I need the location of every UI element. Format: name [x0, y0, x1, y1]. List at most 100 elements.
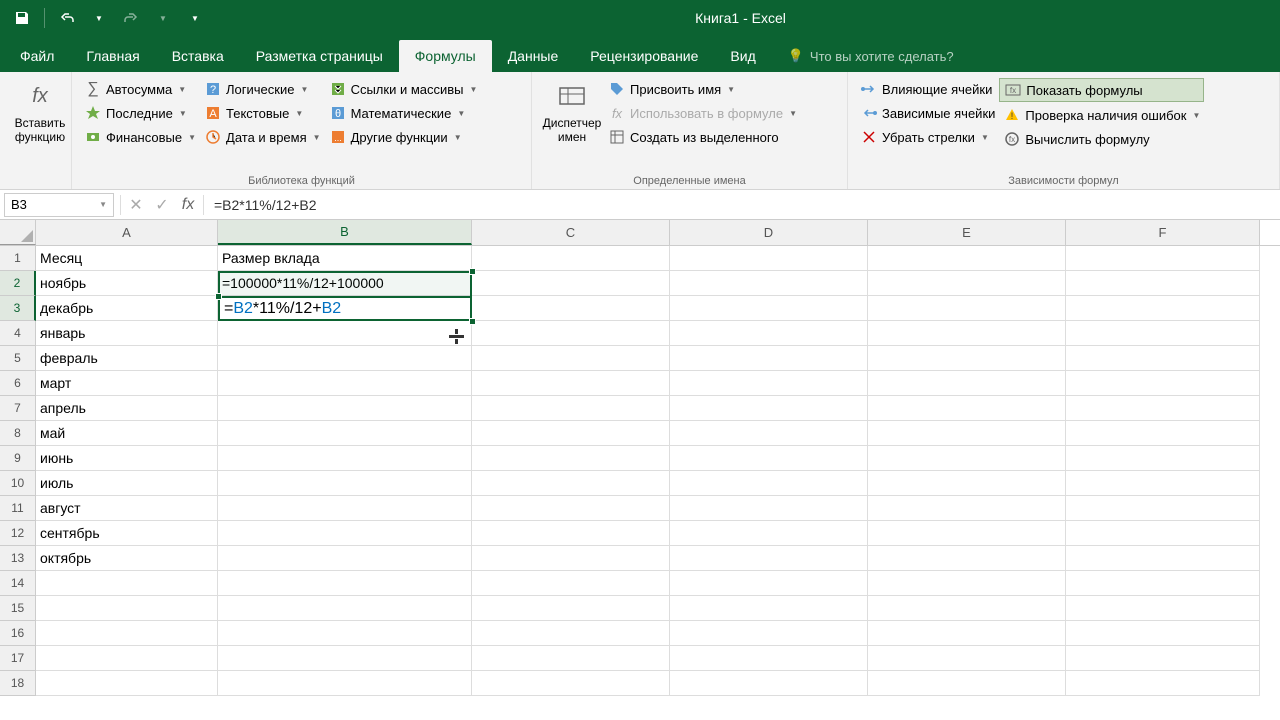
cell[interactable]	[1066, 296, 1260, 321]
cell[interactable]	[218, 496, 472, 521]
cell[interactable]	[670, 621, 868, 646]
cell[interactable]: май	[36, 421, 218, 446]
range-handle-top[interactable]	[469, 268, 476, 275]
cell[interactable]	[472, 421, 670, 446]
cell[interactable]	[218, 546, 472, 571]
cell[interactable]	[670, 296, 868, 321]
cell[interactable]	[472, 371, 670, 396]
cell[interactable]	[36, 671, 218, 696]
row-header[interactable]: 4	[0, 321, 36, 346]
cell[interactable]	[868, 596, 1066, 621]
cell[interactable]	[472, 246, 670, 271]
cell[interactable]	[868, 271, 1066, 296]
cell[interactable]: июль	[36, 471, 218, 496]
more-functions-button[interactable]: ...Другие функции▼	[325, 126, 482, 148]
cell[interactable]	[670, 246, 868, 271]
cell[interactable]: =100000*11%/12+100000	[218, 271, 472, 296]
cell[interactable]	[868, 346, 1066, 371]
cell[interactable]	[218, 371, 472, 396]
cell[interactable]	[1066, 646, 1260, 671]
cell[interactable]	[218, 421, 472, 446]
cell[interactable]	[472, 671, 670, 696]
row-header[interactable]: 16	[0, 621, 36, 646]
cell[interactable]	[1066, 396, 1260, 421]
cell[interactable]	[472, 521, 670, 546]
cell[interactable]	[670, 596, 868, 621]
cell[interactable]	[218, 396, 472, 421]
row-header[interactable]: 6	[0, 371, 36, 396]
cell[interactable]	[218, 296, 472, 321]
cell[interactable]	[868, 446, 1066, 471]
cell[interactable]	[1066, 571, 1260, 596]
text-button[interactable]: AТекстовые▼	[200, 102, 325, 124]
cell[interactable]	[472, 271, 670, 296]
cell[interactable]	[472, 321, 670, 346]
tab-insert[interactable]: Вставка	[156, 40, 240, 72]
cell[interactable]	[1066, 471, 1260, 496]
logical-button[interactable]: ?Логические▼	[200, 78, 325, 100]
cell[interactable]	[472, 471, 670, 496]
qat-customize[interactable]: ▼	[181, 4, 209, 32]
cell[interactable]	[868, 371, 1066, 396]
cell[interactable]	[1066, 246, 1260, 271]
cell[interactable]	[670, 671, 868, 696]
cell[interactable]	[868, 421, 1066, 446]
cell[interactable]: сентябрь	[36, 521, 218, 546]
cell[interactable]	[472, 496, 670, 521]
cell[interactable]	[868, 296, 1066, 321]
row-header[interactable]: 18	[0, 671, 36, 696]
fill-handle[interactable]	[469, 318, 476, 325]
cell[interactable]	[670, 321, 868, 346]
cell[interactable]: Размер вклада	[218, 246, 472, 271]
define-name-button[interactable]: Присвоить имя▼	[604, 78, 801, 100]
cell[interactable]	[670, 396, 868, 421]
col-header-F[interactable]: F	[1066, 220, 1260, 245]
undo-dropdown[interactable]: ▼	[85, 4, 113, 32]
cell[interactable]	[670, 346, 868, 371]
cell[interactable]	[218, 346, 472, 371]
cell[interactable]	[1066, 271, 1260, 296]
cell[interactable]	[670, 521, 868, 546]
cell[interactable]	[1066, 346, 1260, 371]
col-header-E[interactable]: E	[868, 220, 1066, 245]
evaluate-formula-button[interactable]: fxВычислить формулу	[999, 128, 1204, 150]
cell[interactable]	[218, 471, 472, 496]
range-handle-left[interactable]	[215, 293, 222, 300]
cell[interactable]	[472, 296, 670, 321]
cell[interactable]	[868, 646, 1066, 671]
cell[interactable]	[868, 321, 1066, 346]
cell[interactable]	[218, 446, 472, 471]
select-all-corner[interactable]	[0, 220, 36, 245]
tab-pagelayout[interactable]: Разметка страницы	[240, 40, 399, 72]
tab-view[interactable]: Вид	[714, 40, 771, 72]
save-button[interactable]	[8, 4, 36, 32]
cell[interactable]: март	[36, 371, 218, 396]
cell[interactable]	[472, 396, 670, 421]
tab-home[interactable]: Главная	[70, 40, 155, 72]
cell[interactable]	[218, 571, 472, 596]
cell[interactable]	[868, 496, 1066, 521]
cell[interactable]: август	[36, 496, 218, 521]
cell[interactable]	[670, 571, 868, 596]
cell[interactable]: февраль	[36, 346, 218, 371]
financial-button[interactable]: Финансовые▼	[80, 126, 200, 148]
cell[interactable]	[218, 321, 472, 346]
cell[interactable]	[670, 646, 868, 671]
cell[interactable]	[36, 596, 218, 621]
redo-button[interactable]	[117, 4, 145, 32]
accept-formula-button[interactable]: ✓	[149, 193, 175, 217]
cell[interactable]	[1066, 621, 1260, 646]
cell[interactable]	[868, 246, 1066, 271]
tell-me-search[interactable]: 💡 Что вы хотите сделать?	[772, 40, 970, 72]
row-header[interactable]: 15	[0, 596, 36, 621]
lookup-button[interactable]: Ссылки и массивы▼	[325, 78, 482, 100]
cell[interactable]: январь	[36, 321, 218, 346]
cell[interactable]	[1066, 496, 1260, 521]
cell[interactable]	[472, 621, 670, 646]
row-header[interactable]: 10	[0, 471, 36, 496]
cell[interactable]	[868, 546, 1066, 571]
cell[interactable]	[218, 671, 472, 696]
cell[interactable]	[868, 396, 1066, 421]
tab-file[interactable]: Файл	[4, 40, 70, 72]
insert-function-button[interactable]: fx Вставить функцию	[8, 76, 72, 149]
